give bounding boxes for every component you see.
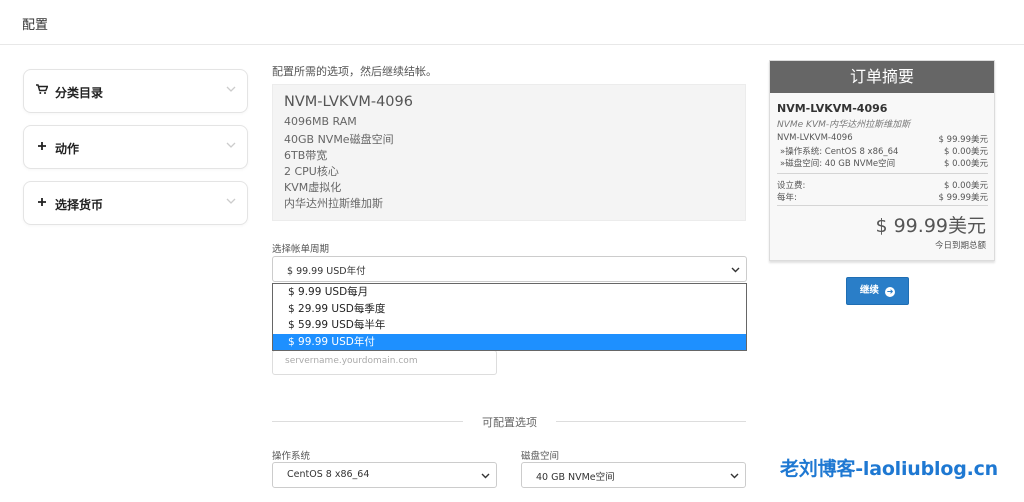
order-summary: 订单摘要 NVM-LVKVM-4096 NVMe KVM-内华达州拉斯维加斯 N…	[769, 60, 995, 261]
setup-fee-value: $ 0.00美元	[943, 181, 988, 191]
chevron-down-icon	[730, 473, 739, 479]
annual-label: 每年:	[777, 193, 797, 203]
billing-cycle-option[interactable]: $ 9.99 USD每月	[273, 284, 746, 300]
product-spec: KVM虚拟化	[284, 181, 342, 194]
arrow-circle-right-icon: ➜	[885, 287, 896, 297]
os-value: CentOS 8 x86_64	[287, 469, 370, 480]
summary-product-name: NVM-LVKVM-4096	[777, 102, 888, 115]
summary-product-group: NVMe KVM-内华达州拉斯维加斯	[777, 120, 911, 130]
watermark: 老刘博客-laoliublog.cn	[780, 458, 998, 480]
product-info-box: NVM-LVKVM-4096 4096MB RAM 40GB NVMe磁盘空间 …	[272, 84, 746, 221]
sidebar-panel-categories[interactable]: 分类目录	[23, 69, 248, 113]
billing-cycle-option[interactable]: $ 29.99 USD每季度	[273, 301, 746, 317]
annual-value: $ 99.99美元	[938, 193, 988, 203]
disk-label: 磁盘空间	[521, 451, 560, 462]
continue-button[interactable]: 继续 ➜	[846, 277, 909, 305]
product-spec: 内华达州拉斯维加斯	[284, 197, 383, 210]
summary-line-value: $ 0.00美元	[943, 147, 988, 157]
product-spec: 40GB NVMe磁盘空间	[284, 133, 394, 146]
summary-line-label: »操作系统: CentOS 8 x86_64	[780, 147, 899, 157]
sidebar-item-label: 选择货币	[55, 198, 104, 212]
chevron-down-icon	[226, 142, 236, 148]
top-bar: 配置	[0, 0, 1024, 45]
product-spec: 4096MB RAM	[284, 115, 357, 128]
chevron-down-icon	[481, 473, 490, 479]
billing-cycle-option-selected[interactable]: $ 99.99 USD年付	[273, 333, 746, 350]
plus-icon	[36, 196, 48, 210]
disk-select[interactable]: 40 GB NVMe空间	[521, 462, 746, 488]
divider	[272, 421, 463, 422]
chevron-down-icon	[731, 267, 740, 273]
billing-cycle-label: 选择帐单周期	[272, 244, 330, 255]
sidebar-item-label: 分类目录	[55, 86, 104, 100]
chevron-down-icon	[226, 86, 236, 92]
setup-fee-label: 设立费:	[777, 181, 806, 191]
summary-line-value: $ 99.99美元	[938, 135, 988, 145]
summary-total: $ 99.99美元	[875, 215, 986, 237]
configurable-options-title: 可配置选项	[482, 416, 537, 429]
billing-cycle-value: $ 99.99 USD年付	[287, 266, 366, 277]
os-select[interactable]: CentOS 8 x86_64	[272, 462, 497, 488]
continue-label: 继续	[859, 285, 879, 296]
order-summary-title: 订单摘要	[770, 61, 994, 93]
hostname-field[interactable]	[272, 350, 497, 375]
hostname-input[interactable]	[285, 356, 485, 366]
summary-line-value: $ 0.00美元	[943, 159, 988, 169]
chevron-down-icon	[226, 198, 236, 204]
billing-cycle-select[interactable]: $ 99.99 USD年付	[272, 256, 747, 282]
billing-cycle-dropdown[interactable]: $ 9.99 USD每月 $ 29.99 USD每季度 $ 59.99 USD每…	[272, 283, 747, 351]
disk-value: 40 GB NVMe空间	[536, 472, 615, 483]
sidebar-item-label: 动作	[55, 142, 80, 156]
summary-line-label: NVM-LVKVM-4096	[777, 133, 853, 143]
due-today-label: 今日到期总额	[934, 241, 986, 251]
product-spec: 2 CPU核心	[284, 165, 339, 178]
summary-line-label: »磁盘空间: 40 GB NVMe空间	[780, 159, 896, 169]
product-spec: 6TB带宽	[284, 149, 328, 162]
plus-icon	[36, 140, 48, 154]
cart-icon	[36, 84, 49, 98]
divider	[556, 421, 746, 422]
sidebar-panel-currency[interactable]: 选择货币	[23, 181, 248, 225]
billing-cycle-option[interactable]: $ 59.99 USD每半年	[273, 317, 746, 333]
product-name: NVM-LVKVM-4096	[284, 94, 413, 110]
intro-text: 配置所需的选项，然后继续结帐。	[272, 65, 437, 78]
summary-divider	[777, 205, 988, 206]
page-title: 配置	[22, 18, 49, 33]
sidebar-panel-actions[interactable]: 动作	[23, 125, 248, 169]
summary-divider	[777, 173, 988, 174]
os-label: 操作系统	[272, 451, 311, 462]
